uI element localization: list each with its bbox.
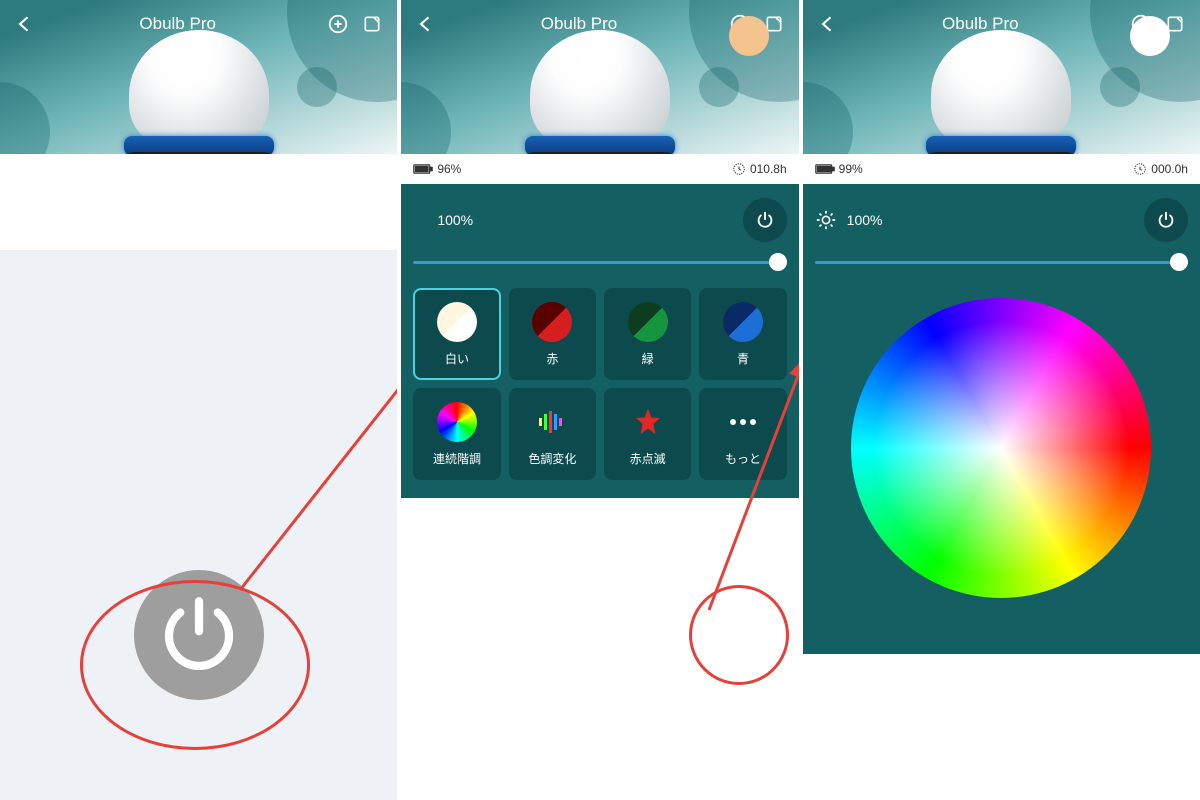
battery-status: 96% bbox=[413, 162, 461, 176]
equalizer-icon bbox=[532, 402, 572, 442]
white-swatch-icon bbox=[437, 302, 477, 342]
mode-label: 連続階調 bbox=[433, 450, 481, 467]
mode-label: 色調変化 bbox=[528, 450, 576, 467]
clock-icon bbox=[1133, 162, 1147, 176]
bg-bubble bbox=[699, 67, 739, 107]
hero-area: Obulb Pro bbox=[401, 0, 798, 154]
brightness-value: 100% bbox=[847, 212, 1134, 228]
color-indicator bbox=[1130, 16, 1170, 56]
color-wheel[interactable] bbox=[851, 298, 1151, 598]
screen-color-wheel: Obulb Pro 99% bbox=[803, 0, 1200, 800]
device-illustration bbox=[931, 30, 1071, 150]
control-panel: 100% 白い 赤 緑 bbox=[401, 184, 798, 498]
red-swatch-icon bbox=[532, 302, 572, 342]
bg-bubble bbox=[297, 67, 337, 107]
hero-area: Obulb Pro bbox=[0, 0, 397, 154]
screenshot-row: Obulb Pro bbox=[0, 0, 1200, 800]
screen-off: Obulb Pro bbox=[0, 0, 397, 800]
control-panel: 100% bbox=[803, 184, 1200, 654]
mode-label: もっと bbox=[725, 450, 761, 467]
mode-grid: 白い 赤 緑 青 連続階調 bbox=[413, 288, 786, 480]
brightness-value: 100% bbox=[413, 212, 732, 228]
mode-white[interactable]: 白い bbox=[413, 288, 500, 380]
mode-blue[interactable]: 青 bbox=[699, 288, 786, 380]
slider-thumb[interactable] bbox=[769, 253, 787, 271]
mode-label: 白い bbox=[445, 350, 469, 367]
power-button[interactable] bbox=[1144, 198, 1188, 242]
slider-thumb[interactable] bbox=[1170, 253, 1188, 271]
runtime-value: 000.0h bbox=[1151, 162, 1188, 176]
brightness-slider[interactable] bbox=[815, 252, 1188, 272]
annotation-ellipse bbox=[80, 580, 310, 750]
device-illustration bbox=[530, 30, 670, 150]
mode-label: 赤 bbox=[546, 350, 558, 367]
more-icon bbox=[723, 402, 763, 442]
color-indicator bbox=[729, 16, 769, 56]
battery-icon bbox=[413, 163, 433, 175]
power-button[interactable] bbox=[743, 198, 787, 242]
brightness-row: 100% bbox=[413, 198, 786, 242]
runtime-status: 010.8h bbox=[732, 162, 787, 176]
bg-bubble bbox=[1100, 67, 1140, 107]
bg-bubble bbox=[803, 82, 853, 154]
mode-hue-shift[interactable]: 色調変化 bbox=[509, 388, 596, 480]
mode-more[interactable]: もっと bbox=[699, 388, 786, 480]
hero-area: Obulb Pro bbox=[803, 0, 1200, 154]
runtime-status: 000.0h bbox=[1133, 162, 1188, 176]
mode-label: 赤点滅 bbox=[630, 450, 666, 467]
mode-red[interactable]: 赤 bbox=[509, 288, 596, 380]
mode-green[interactable]: 緑 bbox=[604, 288, 691, 380]
back-button[interactable] bbox=[413, 11, 439, 37]
battery-value: 99% bbox=[839, 162, 863, 176]
mode-red-blink[interactable]: 赤点滅 bbox=[604, 388, 691, 480]
back-button[interactable] bbox=[815, 11, 841, 37]
battery-icon bbox=[815, 163, 835, 175]
battery-value: 96% bbox=[437, 162, 461, 176]
runtime-value: 010.8h bbox=[750, 162, 787, 176]
status-row: 96% 010.8h bbox=[401, 154, 798, 184]
brightness-icon bbox=[815, 209, 837, 231]
slider-track bbox=[815, 261, 1188, 264]
blue-swatch-icon bbox=[723, 302, 763, 342]
add-button[interactable] bbox=[325, 11, 351, 37]
color-wheel-wrap bbox=[815, 288, 1188, 608]
back-button[interactable] bbox=[12, 11, 38, 37]
screen-modes: Obulb Pro 96% bbox=[401, 0, 798, 800]
mode-label: 緑 bbox=[642, 350, 654, 367]
rainbow-icon bbox=[437, 402, 477, 442]
bg-bubble bbox=[0, 82, 50, 154]
mode-gradient[interactable]: 連続階調 bbox=[413, 388, 500, 480]
bg-bubble bbox=[401, 82, 451, 154]
brightness-row: 100% bbox=[815, 198, 1188, 242]
brightness-slider[interactable] bbox=[413, 252, 786, 272]
status-row: 99% 000.0h bbox=[803, 154, 1200, 184]
annotation-circle bbox=[689, 585, 789, 685]
clock-icon bbox=[732, 162, 746, 176]
green-swatch-icon bbox=[628, 302, 668, 342]
mode-label: 青 bbox=[737, 350, 749, 367]
edit-button[interactable] bbox=[359, 11, 385, 37]
device-illustration bbox=[129, 30, 269, 150]
slider-track bbox=[413, 261, 786, 264]
battery-status: 99% bbox=[815, 162, 863, 176]
star-icon bbox=[628, 402, 668, 442]
